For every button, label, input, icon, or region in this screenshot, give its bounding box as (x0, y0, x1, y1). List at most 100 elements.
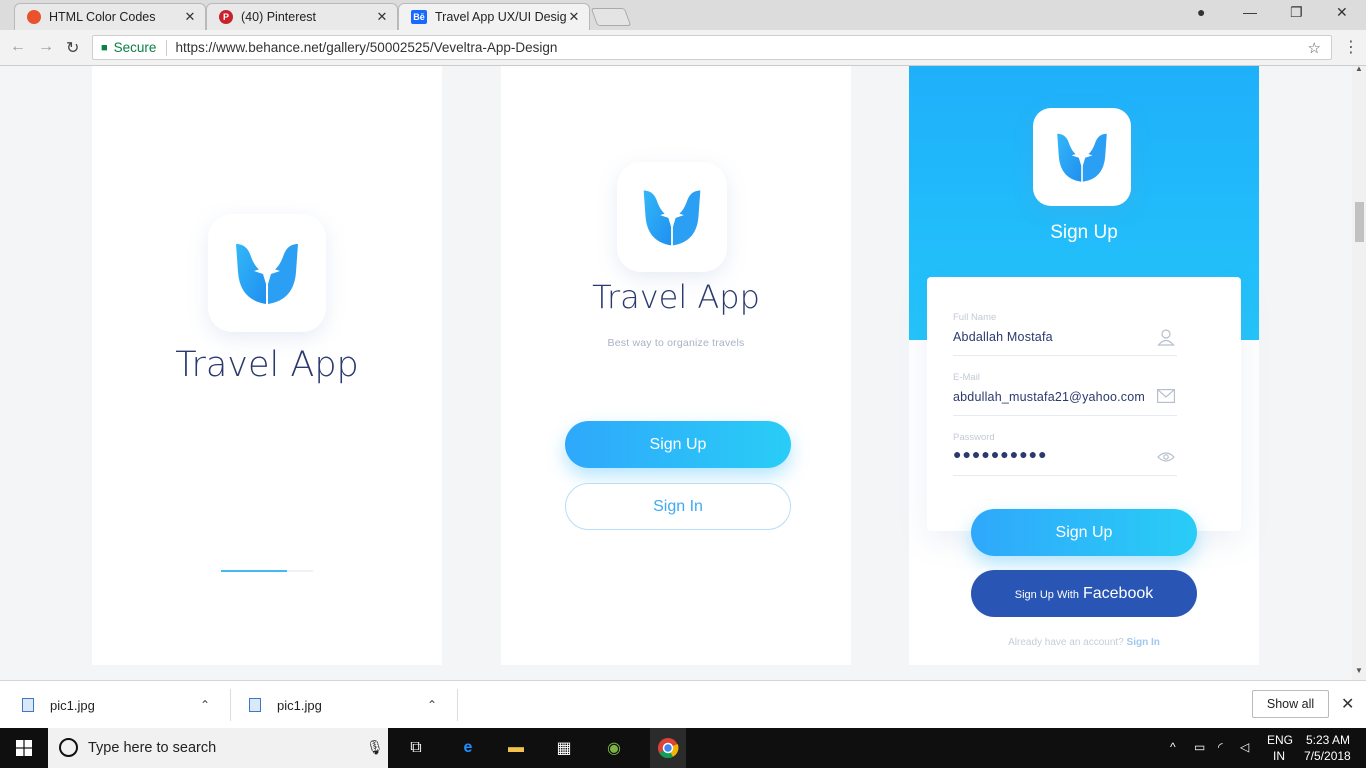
travel-logo-icon (236, 244, 298, 304)
task-view-icon[interactable]: ⧉ (404, 736, 428, 760)
clock-time[interactable]: 5:23 AM (1306, 733, 1350, 747)
secure-label: Secure (113, 40, 157, 55)
battery-icon[interactable]: ▭ (1194, 740, 1205, 754)
field-value[interactable]: Abdallah Mostafa (953, 330, 1053, 344)
tab-html-color-codes[interactable]: HTML Color Codes ✕ (14, 3, 206, 30)
chevron-up-icon[interactable]: ⌃ (427, 698, 437, 712)
facebook-prefix: Sign Up With (1014, 589, 1079, 601)
divider (166, 39, 168, 56)
signup-screen: Sign Up Full Name Abdallah Mostafa E-Mai… (909, 66, 1259, 665)
microphone-icon[interactable]: 🎙 (366, 739, 384, 756)
volume-icon[interactable]: ◁ (1240, 740, 1249, 754)
chrome-icon[interactable] (650, 728, 686, 768)
field-label: Password (953, 432, 995, 443)
welcome-screen: Travel App Best way to organize travels … (501, 66, 851, 665)
loading-progress-fill (221, 570, 288, 572)
vertical-scrollbar[interactable]: ▲ ▼ (1352, 64, 1366, 680)
page-content: Travel App Travel App Best way to organi… (0, 66, 1352, 680)
sign-in-button[interactable]: Sign In (565, 483, 791, 530)
loading-progress (221, 570, 313, 572)
clock-date[interactable]: 7/5/2018 (1304, 749, 1351, 763)
address-bar[interactable]: ■ Secure https://www.behance.net/gallery… (92, 35, 1332, 60)
language-top[interactable]: ENG (1267, 733, 1293, 747)
download-bar: pic1.jpg ⌃ pic1.jpg ⌃ Show all ✕ (0, 680, 1366, 728)
chevron-up-icon[interactable]: ⌃ (200, 698, 210, 712)
image-file-icon (249, 698, 261, 712)
travel-logo-icon (1057, 133, 1107, 182)
scroll-down-icon[interactable]: ▼ (1355, 666, 1363, 675)
profile-icon[interactable]: ● (1197, 4, 1205, 20)
show-all-button[interactable]: Show all (1252, 690, 1329, 718)
divider (457, 689, 458, 721)
image-file-icon (22, 698, 34, 712)
tab-pinterest[interactable]: P (40) Pinterest ✕ (206, 3, 398, 30)
app-logo (208, 214, 326, 332)
field-value[interactable]: ●●●●●●●●●● (953, 446, 1048, 462)
brand-title: Travel App (592, 278, 760, 316)
edge-icon[interactable]: e (456, 736, 480, 760)
new-tab-button[interactable] (590, 8, 632, 26)
already-account-text: Already have an account? Sign In (909, 637, 1259, 648)
download-item[interactable]: pic1.jpg ⌃ (249, 681, 449, 729)
reload-icon[interactable]: ↻ (66, 38, 79, 58)
field-label: Full Name (953, 312, 997, 323)
divider (230, 689, 231, 721)
browser-toolbar: ← → ↻ ■ Secure https://www.behance.net/g… (0, 30, 1366, 66)
wifi-icon[interactable]: ◜ (1218, 740, 1223, 754)
cortana-icon (59, 738, 78, 757)
store-icon[interactable]: ▦ (552, 736, 576, 760)
splash-screen: Travel App (92, 66, 442, 665)
windows-start-icon[interactable] (16, 740, 32, 756)
tab-title: HTML Color Codes (49, 10, 156, 24)
bookmark-star-icon[interactable]: ☆ (1308, 39, 1321, 57)
field-label: E-Mail (953, 372, 980, 383)
sign-up-button[interactable]: Sign Up (565, 421, 791, 468)
file-explorer-icon[interactable]: ▬ (504, 736, 528, 760)
menu-icon[interactable]: ⋮ (1343, 37, 1359, 57)
search-placeholder: Type here to search (88, 740, 217, 756)
download-item[interactable]: pic1.jpg ⌃ (22, 681, 222, 729)
close-icon[interactable]: ✕ (375, 9, 389, 25)
close-icon[interactable]: ✕ (183, 9, 197, 25)
tab-title: (40) Pinterest (241, 10, 317, 24)
browser-tab-strip: HTML Color Codes ✕ P (40) Pinterest ✕ Bē… (0, 0, 1366, 30)
download-filename: pic1.jpg (277, 697, 322, 713)
back-icon[interactable]: ← (10, 38, 26, 56)
forward-icon[interactable]: → (38, 38, 54, 56)
already-label: Already have an account? (1008, 637, 1124, 648)
android-studio-icon[interactable]: ◉ (602, 736, 626, 760)
close-icon[interactable]: ✕ (567, 9, 581, 25)
pinterest-icon: P (219, 10, 233, 24)
field-value[interactable]: abdullah_mustafa21@yahoo.com (953, 390, 1145, 404)
sign-in-link[interactable]: Sign In (1127, 637, 1160, 648)
minimize-icon[interactable]: — (1243, 4, 1257, 20)
restore-icon[interactable]: ❐ (1290, 4, 1303, 21)
email-field[interactable]: E-Mail abdullah_mustafa21@yahoo.com (953, 372, 1177, 416)
sign-up-button[interactable]: Sign Up (971, 509, 1197, 556)
close-icon[interactable]: ✕ (1341, 694, 1354, 714)
download-filename: pic1.jpg (50, 697, 95, 713)
brand-title: Travel App (175, 345, 359, 385)
signup-title: Sign Up (1050, 222, 1118, 243)
lock-icon: ■ (101, 41, 108, 54)
chevron-up-icon[interactable]: ^ (1170, 740, 1176, 754)
tagline: Best way to organize travels (607, 337, 745, 349)
close-window-icon[interactable]: ✕ (1336, 4, 1348, 21)
full-name-field[interactable]: Full Name Abdallah Mostafa (953, 312, 1177, 356)
travel-logo-icon (643, 190, 701, 246)
facebook-signup-button[interactable]: Sign Up With Facebook (971, 570, 1197, 617)
url-text[interactable]: https://www.behance.net/gallery/50002525… (175, 40, 557, 55)
mail-icon (1157, 389, 1175, 403)
facebook-label: Facebook (1082, 584, 1154, 602)
user-icon (1157, 329, 1175, 346)
scrollbar-thumb[interactable] (1355, 202, 1364, 242)
taskbar-search[interactable]: Type here to search 🎙 (48, 728, 388, 768)
language-bottom[interactable]: IN (1273, 749, 1285, 763)
eye-icon[interactable] (1157, 451, 1175, 463)
html-color-codes-icon (27, 10, 41, 24)
password-field[interactable]: Password ●●●●●●●●●● (953, 432, 1177, 476)
app-logo (1033, 108, 1131, 206)
scroll-up-icon[interactable]: ▲ (1355, 64, 1363, 73)
windows-taskbar: Type here to search 🎙 ⧉ e ▬ ▦ ◉ ^ ▭ ◜ ◁ … (0, 728, 1366, 768)
tab-behance[interactable]: Bē Travel App UX/UI Design ✕ (398, 3, 590, 30)
